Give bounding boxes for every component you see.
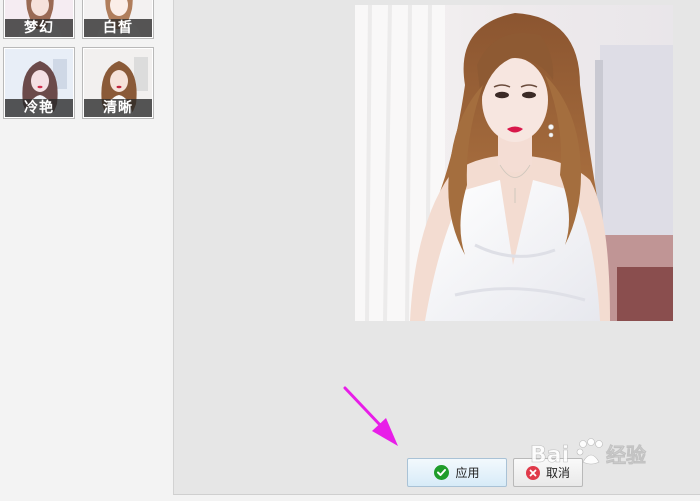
filter-thumb-cool[interactable]: 冷艳 (3, 47, 75, 119)
cancel-icon (525, 465, 540, 480)
filter-label: 梦幻 (5, 19, 73, 37)
cancel-button-label: 取消 (545, 466, 570, 480)
filter-thumb-clear[interactable]: 清晰 (82, 47, 154, 119)
filter-label: 冷艳 (5, 99, 73, 117)
filter-label: 白皙 (84, 19, 152, 37)
filter-list-panel: 梦幻 白皙 冷艳 清晰 (0, 0, 172, 501)
cancel-button[interactable]: 取消 (513, 458, 583, 487)
filter-thumb-fair[interactable]: 白皙 (82, 0, 154, 39)
checkmark-icon (434, 465, 450, 480)
filter-label: 清晰 (84, 99, 152, 117)
apply-button[interactable]: 应用 (407, 458, 507, 487)
apply-button-label: 应用 (455, 466, 480, 480)
preview-image (355, 5, 673, 321)
filter-thumb-dreamy[interactable]: 梦幻 (3, 0, 75, 39)
photo-filter-dialog: 梦幻 白皙 冷艳 清晰 应用 取消 Bai 经验 (0, 0, 700, 501)
annotation-arrow (343, 386, 398, 446)
